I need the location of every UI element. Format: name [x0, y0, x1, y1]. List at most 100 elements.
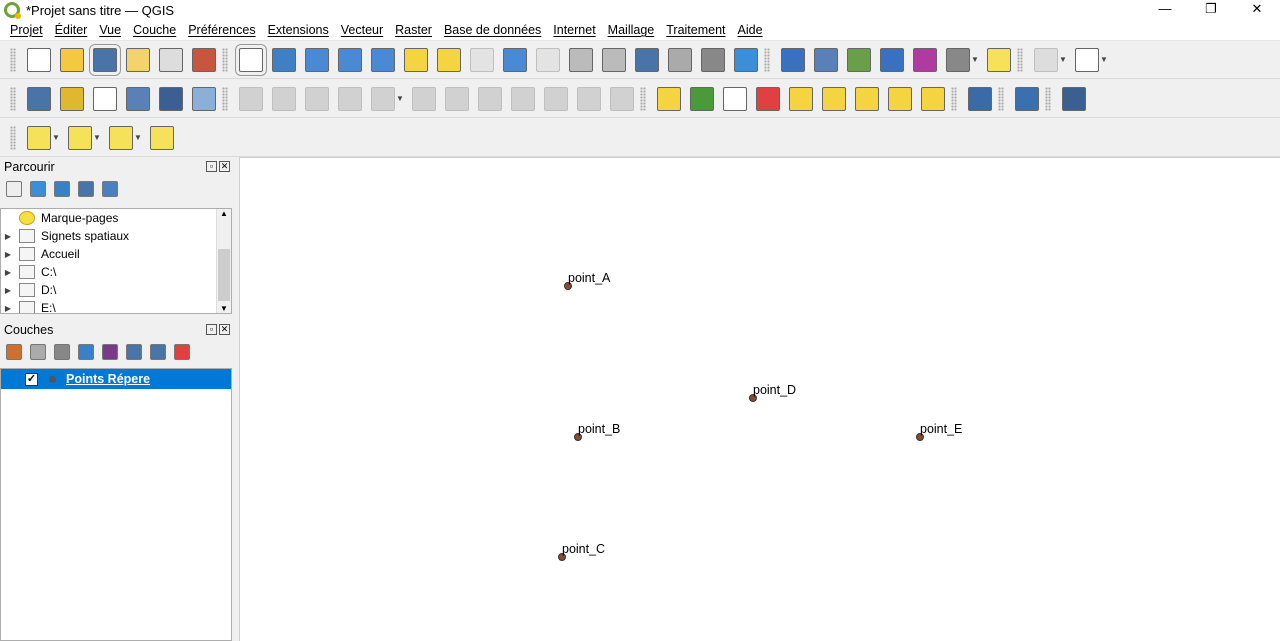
pan-to-selection-icon[interactable] [271, 47, 296, 72]
toolbar-grip[interactable] [998, 86, 1004, 111]
menu-5[interactable]: Extensions [262, 23, 335, 37]
label-pin-icon[interactable] [755, 86, 780, 111]
menu-11[interactable]: Traitement [660, 23, 731, 37]
filter-icon[interactable] [54, 181, 70, 197]
expand-arrow-icon[interactable]: ▶ [1, 232, 15, 241]
style-manager-icon[interactable] [191, 47, 216, 72]
show-bookmarks-icon[interactable] [667, 47, 692, 72]
browser-item[interactable]: ▶ Signets spatiaux [1, 227, 231, 245]
zoom-next-icon[interactable] [535, 47, 560, 72]
toolbar-grip[interactable] [222, 47, 228, 72]
select-features-icon[interactable] [26, 125, 51, 150]
new-map-view-icon[interactable] [568, 47, 593, 72]
new-3d-view-icon[interactable] [601, 47, 626, 72]
menu-9[interactable]: Internet [547, 23, 601, 37]
open-project-icon[interactable] [59, 47, 84, 72]
new-geopackage-icon[interactable] [59, 86, 84, 111]
menu-4[interactable]: Préférences [182, 23, 261, 37]
add-layer-icon[interactable] [6, 181, 22, 197]
zoom-native-icon[interactable] [469, 47, 494, 72]
dropdown-arrow-icon[interactable]: ▼ [396, 94, 404, 103]
text-annotation-icon[interactable] [1074, 47, 1099, 72]
new-print-layout-icon[interactable] [125, 47, 150, 72]
save-project-icon[interactable] [88, 43, 121, 76]
move-label-icon[interactable] [854, 86, 879, 111]
select-by-attribute-icon[interactable] [67, 125, 92, 150]
new-spatialite-icon[interactable] [125, 86, 150, 111]
delete-selected-icon[interactable] [444, 86, 469, 111]
paste-icon[interactable] [543, 86, 568, 111]
menu-10[interactable]: Maillage [602, 23, 661, 37]
menu-3[interactable]: Couche [127, 23, 182, 37]
show-hide-label-icon[interactable] [821, 86, 846, 111]
menu-0[interactable]: Projet [4, 23, 49, 37]
temporal-controller-icon[interactable] [700, 47, 725, 72]
data-source-manager-icon[interactable] [26, 86, 51, 111]
close-button[interactable]: ✕ [1234, 0, 1280, 20]
zoom-out-icon[interactable] [337, 47, 362, 72]
dropdown-arrow-icon[interactable]: ▼ [971, 55, 979, 64]
diagram-icon[interactable] [689, 86, 714, 111]
close-panel-button[interactable]: ✕ [219, 324, 230, 335]
new-temp-layer-icon[interactable] [191, 86, 216, 111]
add-group-icon[interactable] [30, 344, 46, 360]
save-edits-icon[interactable] [304, 86, 329, 111]
zoom-to-selection-icon[interactable] [403, 47, 428, 72]
statistics-icon[interactable] [846, 47, 871, 72]
restore-button[interactable]: ❐ [1188, 0, 1234, 20]
pin-label-icon[interactable] [788, 86, 813, 111]
toolbar-grip[interactable] [222, 86, 228, 111]
dropdown-arrow-icon[interactable]: ▼ [134, 133, 142, 142]
spatial-bookmark-icon[interactable] [634, 47, 659, 72]
toolbar-grip[interactable] [1045, 86, 1051, 111]
deselect-all-icon[interactable] [108, 125, 133, 150]
filter-icon[interactable] [78, 344, 94, 360]
current-edits-icon[interactable] [238, 86, 263, 111]
expand-arrow-icon[interactable]: ▶ [1, 304, 15, 313]
help-icon[interactable] [1061, 86, 1086, 111]
map-tips-icon[interactable] [986, 47, 1011, 72]
browser-item[interactable]: ▶ C:\ [1, 263, 231, 281]
dropdown-arrow-icon[interactable]: ▼ [52, 133, 60, 142]
dropdown-arrow-icon[interactable]: ▼ [1100, 55, 1108, 64]
map-canvas[interactable]: point_A point_B point_C point_D point_E [239, 157, 1280, 641]
toggle-editing-icon[interactable] [271, 86, 296, 111]
toolbar-grip[interactable] [10, 125, 16, 150]
float-panel-button[interactable]: ▫ [206, 161, 217, 172]
undo-icon[interactable] [576, 86, 601, 111]
zoom-in-icon[interactable] [304, 47, 329, 72]
redo-icon[interactable] [609, 86, 634, 111]
toolbar-grip[interactable] [10, 47, 16, 72]
new-shapefile-icon[interactable] [92, 86, 117, 111]
expand-all-icon[interactable] [126, 344, 142, 360]
info-icon[interactable] [102, 181, 118, 197]
expand-arrow-icon[interactable]: ▶ [1, 286, 15, 295]
menu-6[interactable]: Vecteur [335, 23, 389, 37]
refresh-icon[interactable] [30, 181, 46, 197]
modify-attributes-icon[interactable] [411, 86, 436, 111]
layer-labeling-icon[interactable] [722, 86, 747, 111]
refresh-icon[interactable] [733, 47, 758, 72]
expand-arrow-icon[interactable]: ▶ [1, 268, 15, 277]
browser-item[interactable]: ▶ Accueil [1, 245, 231, 263]
python-console-icon[interactable] [1014, 86, 1039, 111]
rotate-label-icon[interactable] [887, 86, 912, 111]
browser-item[interactable]: Marque-pages [1, 209, 231, 227]
select-radius-icon[interactable] [1033, 47, 1058, 72]
minimize-button[interactable]: — [1142, 0, 1188, 20]
menu-12[interactable]: Aide [732, 23, 769, 37]
dropdown-arrow-icon[interactable]: ▼ [93, 133, 101, 142]
new-virtual-layer-icon[interactable] [158, 86, 183, 111]
pan-icon[interactable] [234, 43, 267, 76]
zoom-to-layer-icon[interactable] [436, 47, 461, 72]
layer-row[interactable]: ✓ Points Répere [1, 369, 231, 389]
sum-icon[interactable] [912, 47, 937, 72]
new-project-icon[interactable] [26, 47, 51, 72]
panel-splitter[interactable] [232, 157, 239, 641]
browser-item[interactable]: ▶ E:\ [1, 299, 231, 313]
menu-2[interactable]: Vue [93, 23, 127, 37]
label-toolbar-icon[interactable] [656, 86, 681, 111]
select-by-location-icon[interactable] [149, 125, 174, 150]
toolbar-grip[interactable] [1017, 47, 1023, 72]
measure-icon[interactable] [945, 47, 970, 72]
